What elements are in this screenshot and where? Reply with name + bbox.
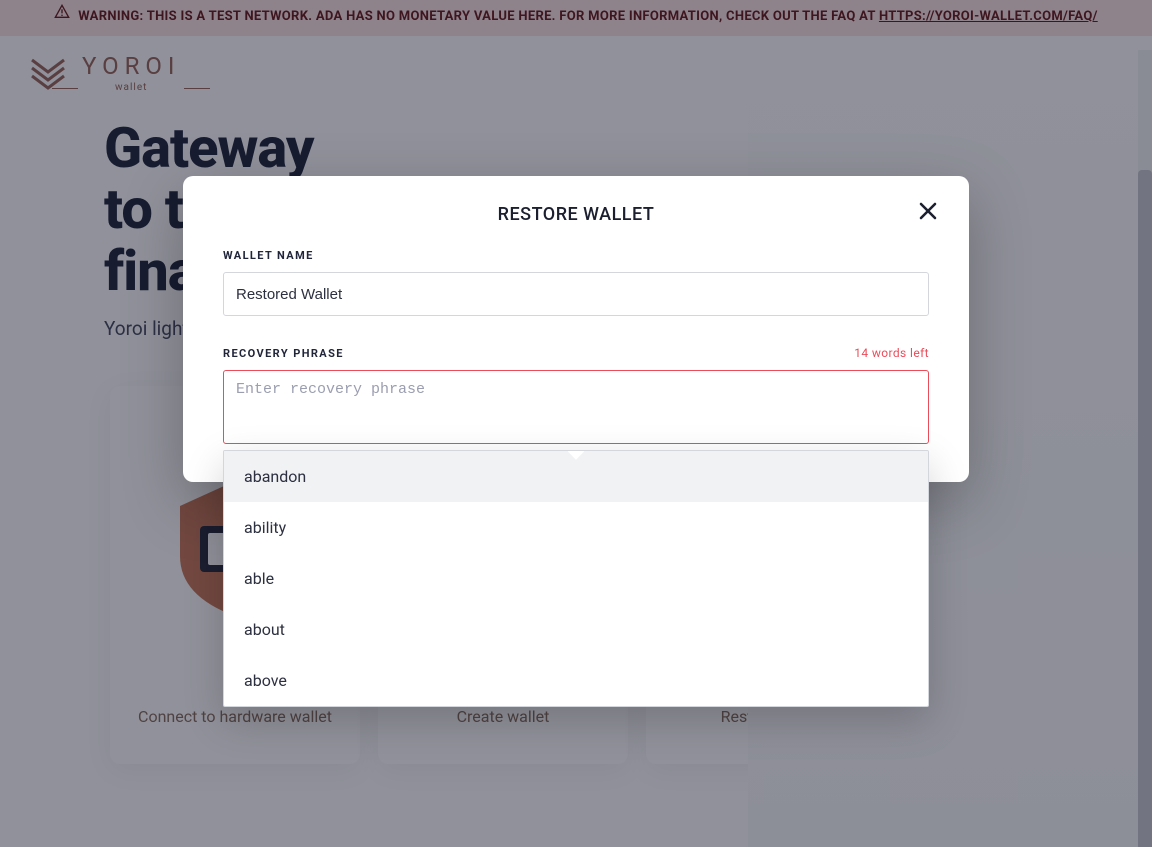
recovery-word-suggestions: abandon ability able about above (223, 450, 929, 707)
restore-wallet-modal: RESTORE WALLET WALLET NAME RECOVERY PHRA… (183, 176, 969, 482)
words-left-counter: 14 words left (854, 346, 929, 360)
wallet-name-input[interactable] (223, 272, 929, 316)
suggestion-item[interactable]: able (224, 553, 928, 604)
close-icon[interactable] (915, 198, 941, 224)
suggestion-item[interactable]: ability (224, 502, 928, 553)
suggestion-item[interactable]: above (224, 655, 928, 706)
modal-title: RESTORE WALLET (223, 204, 929, 225)
suggestion-item[interactable]: about (224, 604, 928, 655)
modal-overlay[interactable]: RESTORE WALLET WALLET NAME RECOVERY PHRA… (0, 0, 1152, 847)
suggestion-item[interactable]: abandon (224, 451, 928, 502)
recovery-phrase-label: RECOVERY PHRASE (223, 347, 344, 360)
recovery-phrase-input[interactable] (223, 370, 929, 444)
wallet-name-label: WALLET NAME (223, 249, 929, 262)
